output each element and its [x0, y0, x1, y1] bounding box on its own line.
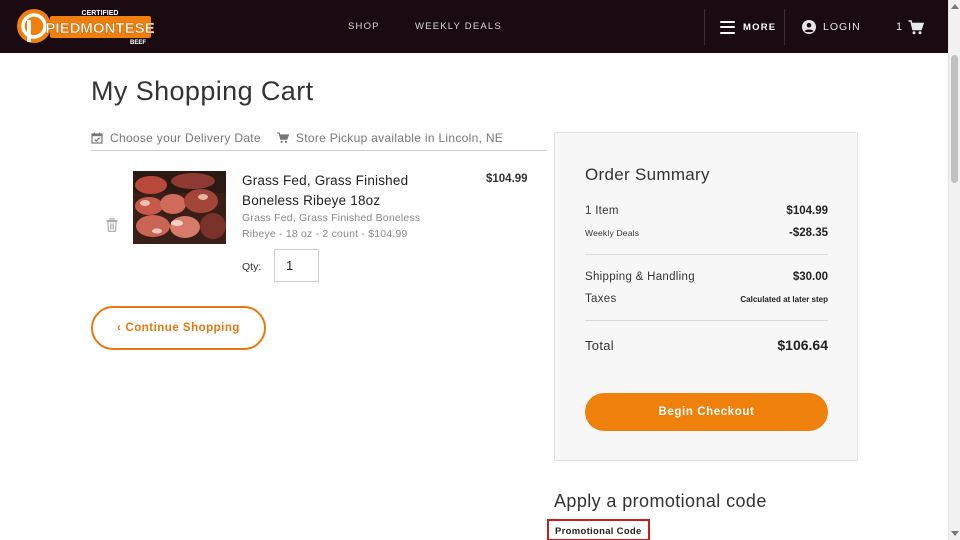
scroll-down-arrow-icon[interactable] [951, 531, 959, 536]
summary-label: 1 Item [585, 205, 619, 217]
shopping-cart-icon [908, 19, 925, 34]
calendar-check-icon [91, 132, 103, 144]
summary-row-shipping: Shipping & Handling $30.00 [585, 271, 828, 283]
delivery-options-bar: Choose your Delivery Date Store Pickup a… [91, 131, 547, 151]
site-header: CERTIFIED PIEDMONTESE BEEF SHOP WEEKLY D… [0, 0, 948, 53]
trash-icon[interactable] [106, 218, 118, 232]
summary-value: Calculated at later step [740, 295, 828, 304]
nav-shop[interactable]: SHOP [348, 21, 380, 32]
header-cart-button[interactable]: 1 [896, 17, 925, 37]
login-button[interactable]: LOGIN [802, 17, 861, 37]
summary-row-taxes: Taxes Calculated at later step [585, 293, 828, 305]
order-summary-panel: Order Summary 1 Item $104.99 Weekly Deal… [554, 132, 858, 461]
header-divider [704, 9, 705, 45]
summary-label: Shipping & Handling [585, 271, 695, 283]
choose-delivery-date-link[interactable]: Choose your Delivery Date [91, 131, 261, 145]
scroll-thumb[interactable] [951, 55, 958, 183]
login-label: LOGIN [823, 21, 861, 33]
store-pickup-label: Store Pickup available in Lincoln, NE [295, 131, 504, 145]
summary-row-items: 1 Item $104.99 [585, 205, 828, 217]
summary-total-label: Total [585, 338, 614, 353]
promo-code-field-label[interactable]: Promotional Code [547, 519, 650, 540]
continue-shopping-label: Continue Shopping [125, 322, 240, 334]
summary-total-value: $106.64 [777, 337, 828, 353]
svg-text:CERTIFIED: CERTIFIED [82, 10, 119, 17]
user-circle-icon [802, 20, 816, 34]
order-summary-title: Order Summary [585, 165, 710, 184]
product-image[interactable] [133, 171, 226, 244]
product-price: $104.99 [486, 173, 528, 185]
cart-count: 1 [896, 21, 903, 33]
store-pickup-link[interactable]: Store Pickup available in Lincoln, NE [277, 131, 503, 145]
hamburger-icon [720, 20, 735, 34]
page-scrollbar[interactable] [948, 0, 960, 540]
continue-shopping-button[interactable]: ‹ Continue Shopping [91, 306, 266, 350]
page-title: My Shopping Cart [91, 76, 314, 106]
svg-text:PIEDMONTESE: PIEDMONTESE [45, 20, 154, 37]
summary-label: Weekly Deals [585, 228, 640, 238]
more-label: MORE [743, 21, 777, 33]
svg-text:BEEF: BEEF [130, 40, 146, 46]
scroll-up-arrow-icon[interactable] [951, 4, 959, 9]
summary-divider [585, 254, 828, 255]
summary-row-total: Total $106.64 [585, 337, 828, 353]
summary-value: $104.99 [786, 205, 828, 217]
chevron-left-icon: ‹ [117, 322, 122, 334]
product-name-link[interactable]: Grass Fed, Grass Finished Boneless Ribey… [242, 171, 452, 211]
choose-delivery-date-label: Choose your Delivery Date [110, 131, 261, 145]
summary-row-weekly-deals: Weekly Deals -$28.35 [585, 227, 828, 239]
summary-divider [585, 320, 828, 321]
quantity-input[interactable] [274, 249, 319, 282]
qty-label: Qty: [242, 261, 262, 273]
summary-value: -$28.35 [788, 227, 828, 239]
summary-label: Taxes [585, 293, 617, 305]
summary-value: $30.00 [792, 271, 828, 283]
product-description: Grass Fed, Grass Finished Boneless Ribey… [242, 212, 421, 240]
header-divider [784, 9, 785, 45]
more-menu-button[interactable]: MORE [720, 17, 776, 37]
certified-piedmontese-logo[interactable]: CERTIFIED PIEDMONTESE BEEF [14, 6, 154, 46]
store-cart-icon [277, 132, 289, 143]
nav-weekly-deals[interactable]: WEEKLY DEALS [415, 21, 502, 32]
promo-heading: Apply a promotional code [554, 491, 767, 511]
begin-checkout-button[interactable]: Begin Checkout [585, 393, 828, 431]
